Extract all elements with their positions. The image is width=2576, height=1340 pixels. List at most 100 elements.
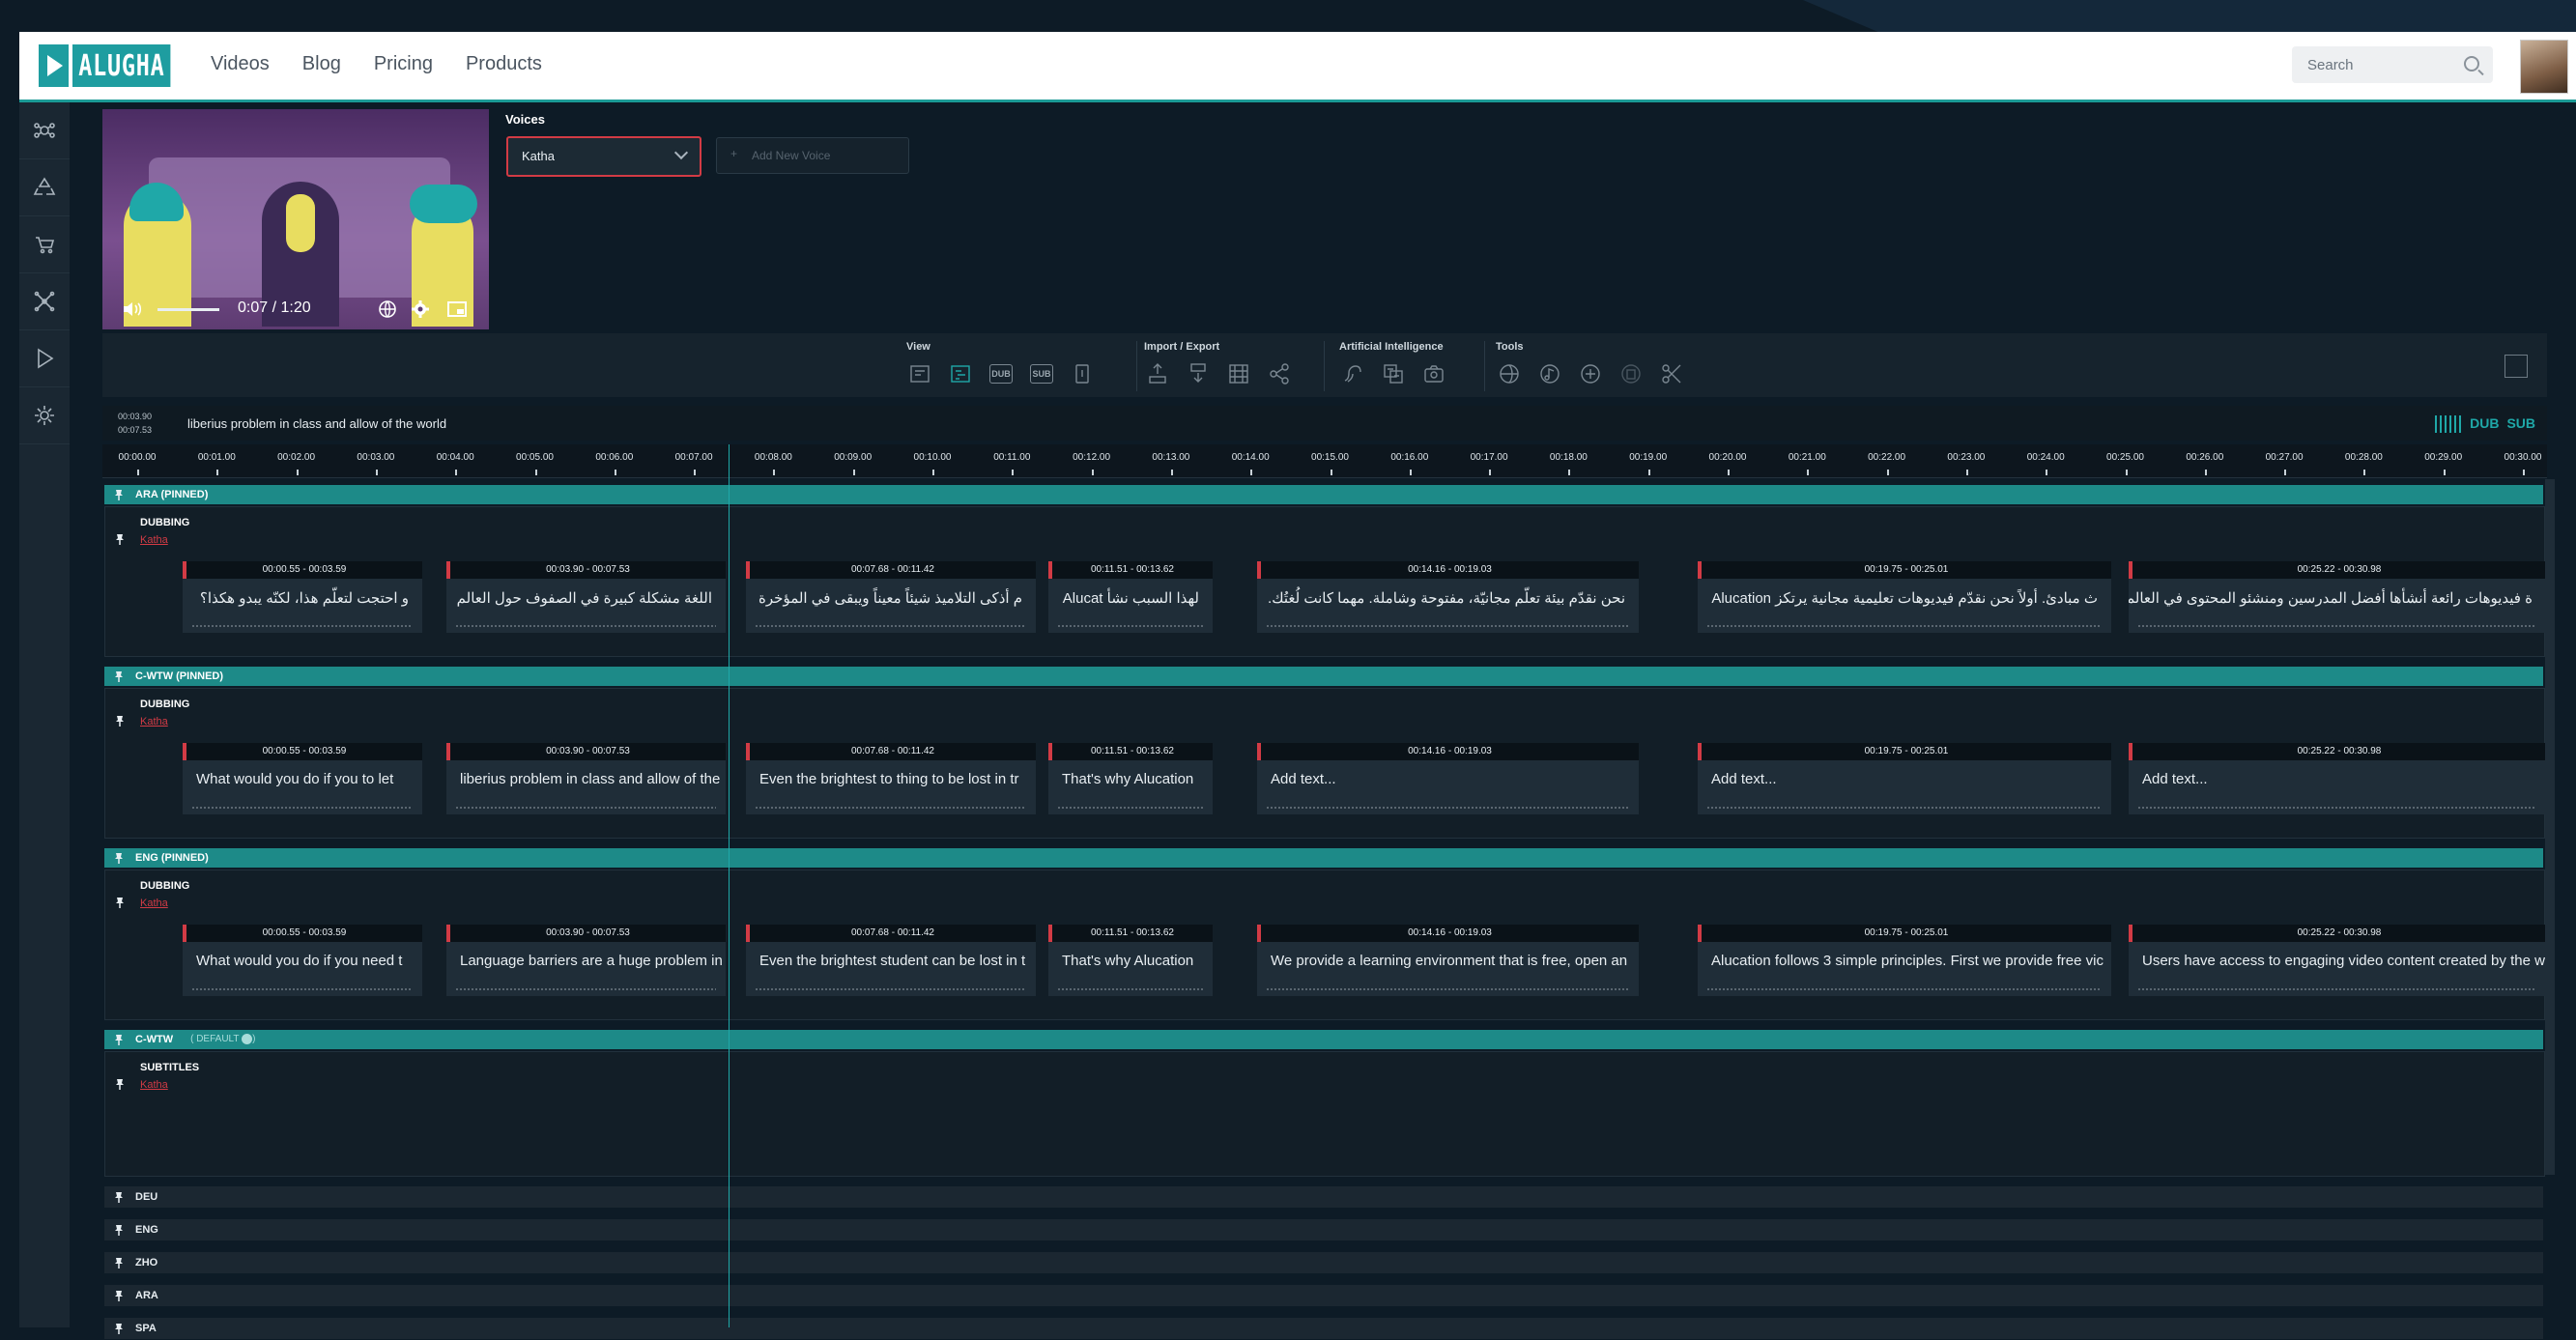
import-icon[interactable] (1144, 360, 1171, 387)
segment-text-box[interactable]: Alucation follows 3 simple principles. F… (1698, 942, 2111, 996)
share-icon[interactable] (1266, 360, 1293, 387)
info-icon[interactable] (1069, 360, 1096, 387)
user-avatar[interactable] (2520, 40, 2568, 94)
volume-icon[interactable] (122, 299, 143, 319)
timeline-ruler[interactable]: 00:00.00 00:01.00 00:02.00 00:03.00 00:04.00… (102, 444, 2547, 478)
waveform-icon[interactable] (2435, 415, 2463, 433)
sub-toggle[interactable]: SUB (2506, 415, 2535, 433)
segment-text-box[interactable]: We provide a learning environment that i… (1257, 942, 1639, 996)
segment-text-box[interactable]: ث مبادئ. أولاً نحن نقدّم فيديوهات تعليمي… (1698, 579, 2111, 633)
segment-text-box[interactable]: ة فيديوهات رائعة أنشأها أفضل المدرسين وم… (2129, 579, 2546, 633)
track-voice-link[interactable]: Katha (140, 716, 168, 727)
dub-toggle[interactable]: DUB (2470, 415, 2499, 433)
dubbing-segment[interactable]: 00:07.68 - 00:11.42 م أذكى التلاميذ شيئاً… (746, 561, 1036, 635)
sub-download-icon[interactable] (1185, 360, 1212, 387)
ai-translate-icon[interactable] (1380, 360, 1407, 387)
layout-icon[interactable] (906, 360, 933, 387)
voice-select[interactable]: Katha (506, 136, 701, 177)
track-voice-link[interactable]: Katha (140, 1079, 168, 1091)
picture-in-picture-icon[interactable] (446, 299, 468, 320)
scissors-icon[interactable] (1658, 360, 1685, 387)
dubbing-segment[interactable]: 00:00.55 - 00:03.59 What would you do if … (183, 925, 422, 998)
dubbing-segment[interactable]: 00:03.90 - 00:07.53 Language barriers are… (446, 925, 726, 998)
playhead[interactable] (729, 444, 730, 1327)
sub-icon[interactable]: SUB (1028, 360, 1055, 387)
dubbing-segment[interactable]: 00:07.68 - 00:11.42 Even the brightest to… (746, 743, 1036, 816)
segment-text-box[interactable]: Add text... (2129, 760, 2546, 814)
track-voice-link[interactable]: Katha (140, 898, 168, 909)
pin-icon[interactable] (113, 896, 127, 909)
dubbing-segment[interactable]: 00:11.51 - 00:13.62 That's why Alucation (1048, 743, 1213, 816)
vertical-scrollbar[interactable] (2545, 479, 2555, 1175)
language-globe-icon[interactable] (377, 299, 398, 320)
dubbing-segment[interactable]: 00:07.68 - 00:11.42 Even the brightest st… (746, 925, 1036, 998)
collapsed-track[interactable]: DEU (104, 1186, 2543, 1208)
collapsed-track[interactable]: ARA (104, 1285, 2543, 1306)
dubbing-segment[interactable]: 00:11.51 - 00:13.62 That's why Alucation (1048, 925, 1213, 998)
track-voice-link[interactable]: Katha (140, 534, 168, 546)
dubbing-segment[interactable]: 00:11.51 - 00:13.62 لهذا السبب نشأ Alucat (1048, 561, 1213, 635)
pin-icon[interactable] (112, 851, 126, 865)
nav-videos[interactable]: Videos (211, 53, 270, 75)
collapsed-track[interactable]: SPA (104, 1318, 2543, 1339)
segment-text-box[interactable]: That's why Alucation (1048, 942, 1213, 996)
dub-icon[interactable]: DUB (987, 360, 1015, 387)
segment-text-box[interactable]: Add text... (1257, 760, 1639, 814)
segment-text-box[interactable]: Even the brightest student can be lost i… (746, 942, 1036, 996)
delete-icon[interactable] (1617, 360, 1645, 387)
track-header[interactable]: C-WTW (PINNED) (104, 667, 2543, 686)
segment-text-box[interactable]: Users have access to engaging video cont… (2129, 942, 2546, 996)
sidebar-item-settings[interactable] (19, 387, 70, 444)
segment-text-box[interactable]: liberius problem in class and allow of t… (446, 760, 726, 814)
dubbing-segment[interactable]: 00:25.22 - 00:30.98 Add text... (2129, 743, 2546, 816)
nav-pricing[interactable]: Pricing (374, 53, 433, 75)
dubbing-segment[interactable]: 00:14.16 - 00:19.03 We provide a learning… (1257, 925, 1639, 998)
pin-icon[interactable] (113, 1077, 127, 1091)
segment-text-box[interactable]: م أذكى التلاميذ شيئاً معيناً ويبقى في ال… (746, 579, 1036, 633)
film-icon[interactable] (1225, 360, 1252, 387)
collapsed-track[interactable]: ZHO (104, 1252, 2543, 1273)
dubbing-segment[interactable]: 00:14.16 - 00:19.03 نحن نقدّم بيئة تعلّم … (1257, 561, 1639, 635)
pin-icon[interactable] (112, 1289, 126, 1302)
search-icon[interactable] (2464, 56, 2479, 71)
sidebar-item-recycle[interactable] (19, 159, 70, 216)
expand-icon[interactable] (2504, 355, 2528, 378)
pin-icon[interactable] (113, 714, 127, 727)
pin-icon[interactable] (112, 1256, 126, 1269)
segment-text-box[interactable]: نحن نقدّم بيئة تعلّم مجانيّة، مفتوحة وشا… (1257, 579, 1639, 633)
ai-camera-icon[interactable] (1420, 360, 1447, 387)
pin-icon[interactable] (112, 488, 126, 501)
dubbing-segment[interactable]: 00:19.75 - 00:25.01 ث مبادئ. أولاً نحن نق… (1698, 561, 2111, 635)
dubbing-segment[interactable]: 00:25.22 - 00:30.98 Users have access to … (2129, 925, 2546, 998)
settings-gear-icon[interactable] (410, 299, 431, 320)
segment-text-box[interactable]: Language barriers are a huge problem in (446, 942, 726, 996)
dubbing-segment[interactable]: 00:03.90 - 00:07.53 liberius problem in c… (446, 743, 726, 816)
add-circle-icon[interactable] (1577, 360, 1604, 387)
dubbing-segment[interactable]: 00:03.90 - 00:07.53 اللغة مشكلة كبيرة في … (446, 561, 726, 635)
video-player[interactable]: 0:07 / 1:20 (102, 109, 489, 329)
globe-tool-icon[interactable] (1496, 360, 1523, 387)
segment-text-box[interactable]: That's why Alucation (1048, 760, 1213, 814)
sidebar-item-network[interactable] (19, 102, 70, 159)
segment-text-box[interactable]: Add text... (1698, 760, 2111, 814)
segment-text-box[interactable]: اللغة مشكلة كبيرة في الصفوف حول العالم (446, 579, 726, 633)
track-header[interactable]: ENG (PINNED) (104, 848, 2543, 868)
pin-icon[interactable] (112, 670, 126, 683)
help-icon[interactable] (242, 1034, 253, 1045)
segment-text-box[interactable]: What would you do if you need t (183, 942, 422, 996)
dubbing-segment[interactable]: 00:14.16 - 00:19.03 Add text... (1257, 743, 1639, 816)
search-input[interactable]: Search (2292, 46, 2493, 83)
segment-text-box[interactable]: و احتجت لتعلّم هذا، لكنّه يبدو هكذا؟ (183, 579, 422, 633)
ai-voice-icon[interactable] (1339, 360, 1366, 387)
pin-icon[interactable] (113, 532, 127, 546)
pin-icon[interactable] (112, 1322, 126, 1335)
dubbing-segment[interactable]: 00:25.22 - 00:30.98 ة فيديوهات رائعة أنشأ… (2129, 561, 2546, 635)
dubbing-segment[interactable]: 00:00.55 - 00:03.59 What would you do if … (183, 743, 422, 816)
alugha-logo[interactable]: ALUGHA (39, 43, 198, 88)
pin-icon[interactable] (112, 1033, 126, 1046)
sidebar-item-cart[interactable] (19, 216, 70, 273)
track-header[interactable]: ARA (PINNED) (104, 485, 2543, 504)
sidebar-item-nodes[interactable] (19, 273, 70, 330)
dubbing-segment[interactable]: 00:19.75 - 00:25.01 Add text... (1698, 743, 2111, 816)
dubbing-segment[interactable]: 00:00.55 - 00:03.59 و احتجت لتعلّم هذا، ل… (183, 561, 422, 635)
